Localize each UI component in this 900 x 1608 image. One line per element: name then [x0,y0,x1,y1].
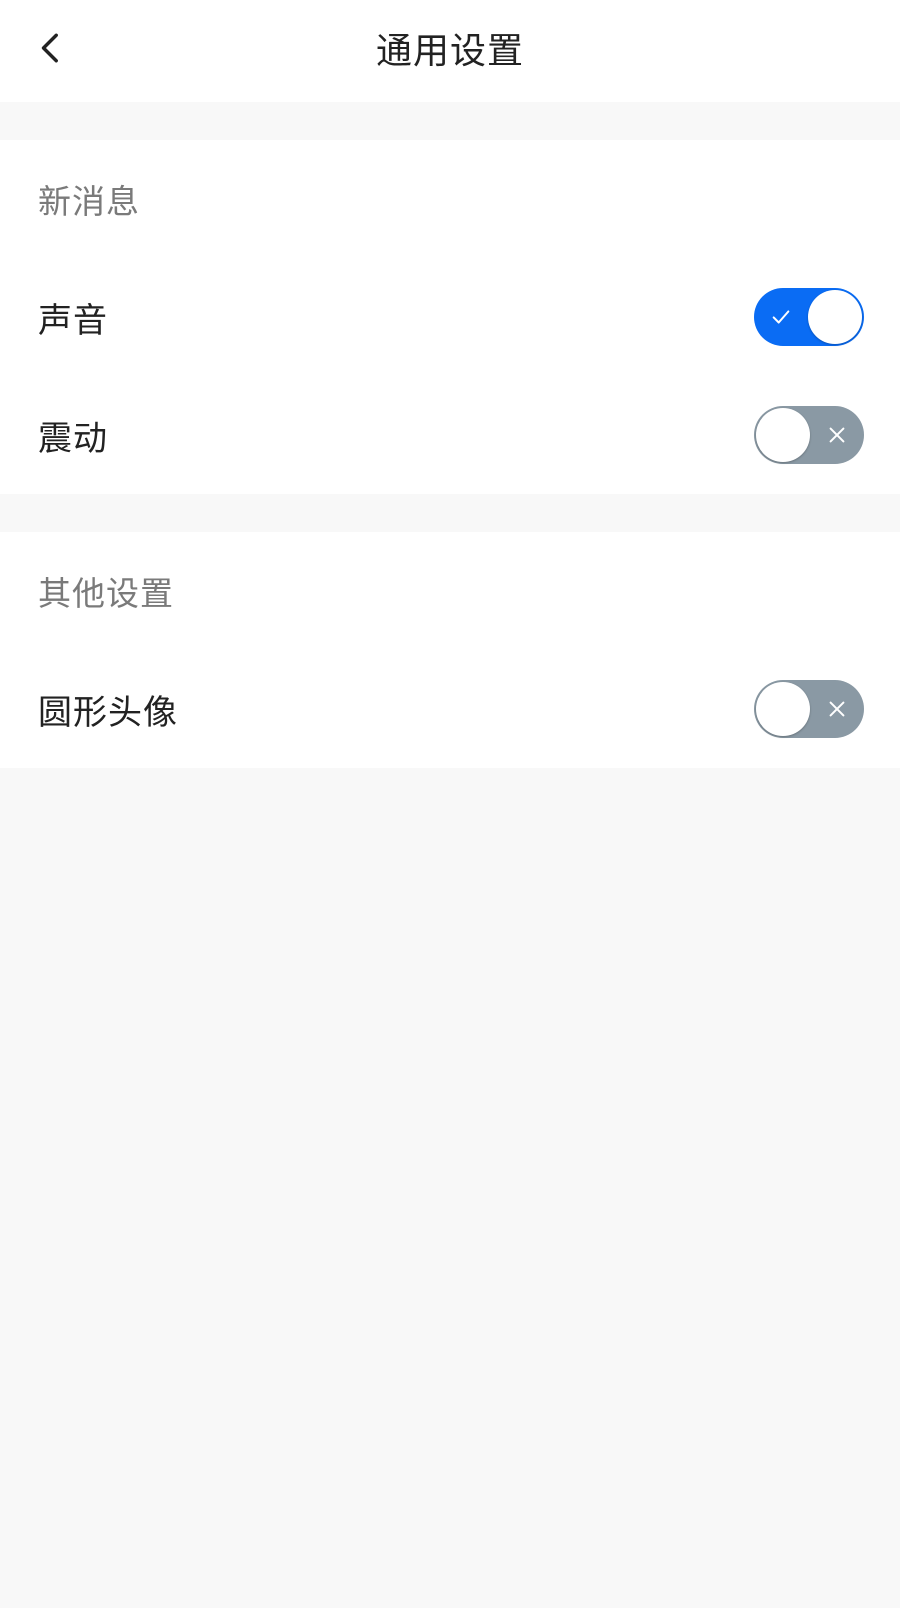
section-gap [0,494,900,532]
toggle-knob [808,290,862,344]
toggle-knob [756,408,810,462]
section-gap [0,102,900,140]
top-bar: 通用设置 [0,0,900,102]
section-other-settings: 其他设置 圆形头像 [0,532,900,768]
setting-label: 声音 [38,300,108,341]
page-title: 通用设置 [375,31,524,72]
vibration-toggle[interactable] [754,406,864,464]
settings-page: 通用设置 新消息 声音 震动 其他设置 圆形头像 [0,0,900,1608]
empty-area [0,768,900,1608]
setting-row-sound: 声音 [0,258,900,376]
setting-row-vibration: 震动 [0,376,900,494]
setting-label: 圆形头像 [38,692,178,733]
check-icon [768,304,794,330]
section-title: 其他设置 [38,574,174,613]
close-icon [824,696,850,722]
sound-toggle[interactable] [754,288,864,346]
round-avatar-toggle[interactable] [754,680,864,738]
section-title: 新消息 [38,182,140,221]
setting-label: 震动 [38,418,108,459]
toggle-knob [756,682,810,736]
section-new-messages: 新消息 声音 震动 [0,140,900,494]
close-icon [824,422,850,448]
setting-row-round-avatar: 圆形头像 [0,650,900,768]
